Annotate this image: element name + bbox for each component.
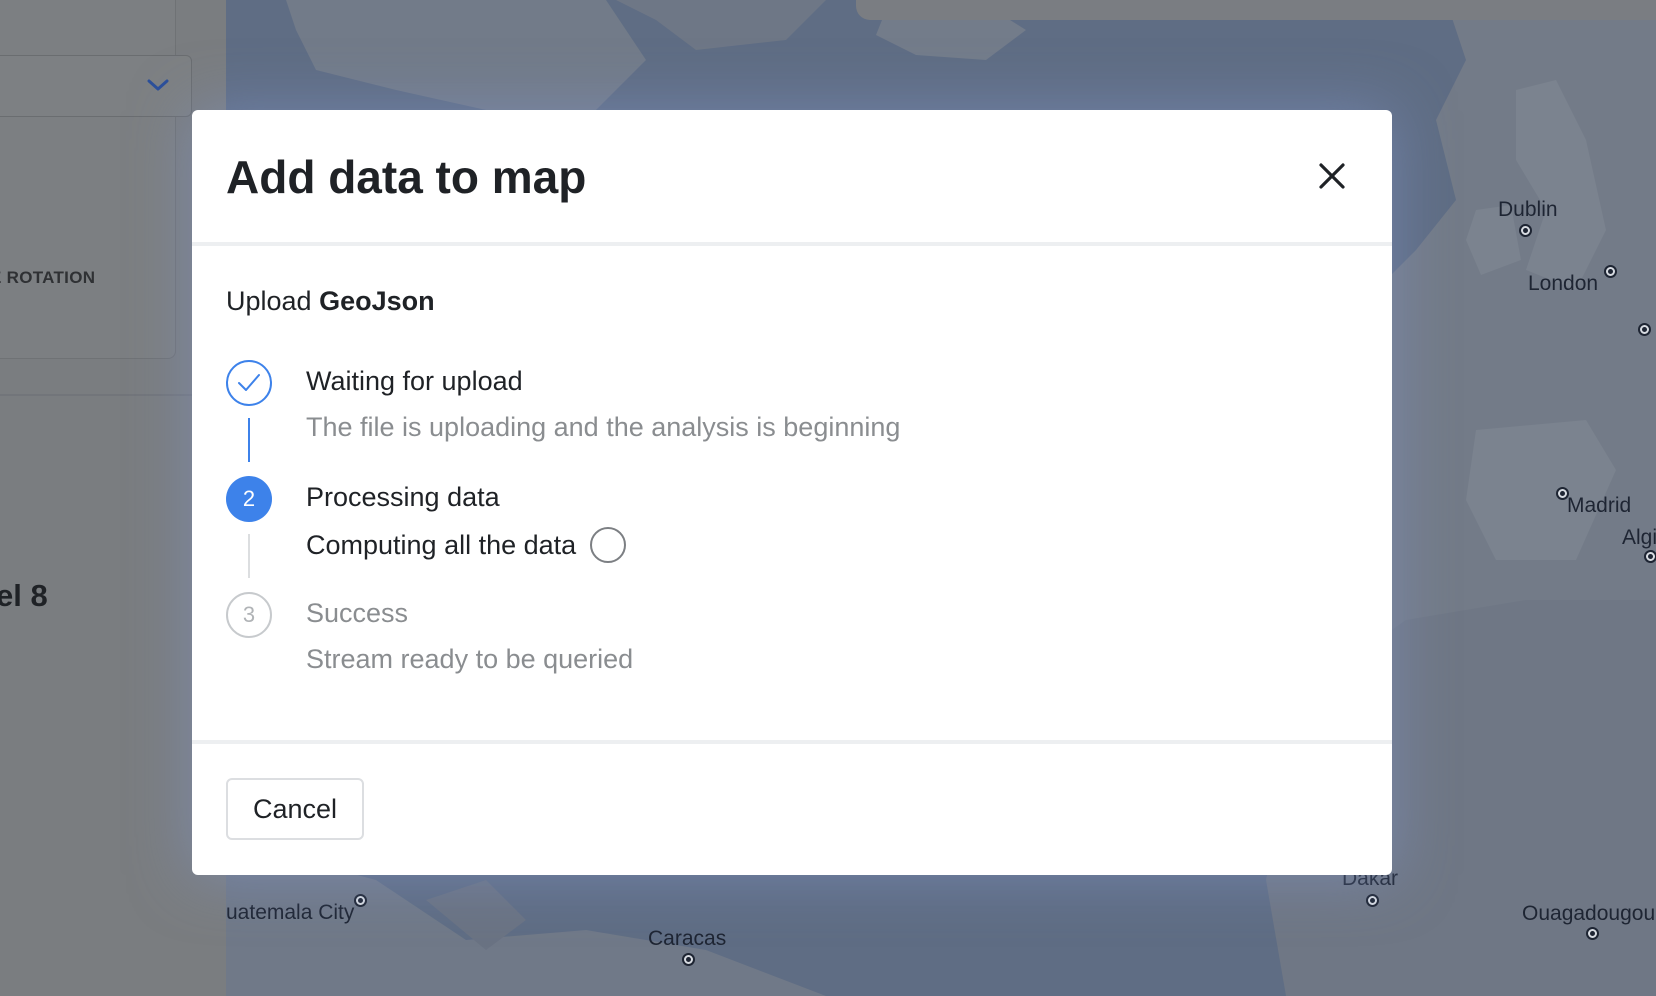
close-icon xyxy=(1319,163,1345,189)
modal-footer: Cancel xyxy=(192,744,1392,879)
step-2-description-row: Computing all the data xyxy=(306,527,627,563)
upload-type: GeoJson xyxy=(319,286,435,316)
loading-spinner-icon xyxy=(590,527,627,563)
city-label-london: London xyxy=(1528,272,1599,295)
step-3-description: Stream ready to be queried xyxy=(306,644,634,674)
sidebar-card-label: E ROTATION xyxy=(0,268,96,287)
sidebar-dropdown[interactable] xyxy=(0,55,192,117)
map-top-bar xyxy=(856,0,1656,20)
city-marker-icon xyxy=(1644,550,1656,563)
city-marker-icon xyxy=(682,953,695,966)
upload-prefix: Upload xyxy=(226,286,312,316)
step-1-check-icon xyxy=(226,360,272,406)
city-marker-icon xyxy=(354,894,367,907)
city-label-ouagadougou: Ouagadougou xyxy=(1522,902,1656,925)
city-label-guatemala: uatemala City xyxy=(226,901,355,924)
modal-header: Add data to map xyxy=(192,110,1392,246)
cancel-button[interactable]: Cancel xyxy=(226,778,364,840)
step-connector xyxy=(248,418,250,462)
city-label-madrid: Madrid xyxy=(1567,494,1632,517)
upload-label: Upload GeoJson xyxy=(226,286,435,317)
add-data-modal: Add data to map Upload GeoJson Waiting f… xyxy=(192,110,1392,875)
step-2-title: Processing data xyxy=(306,482,500,512)
sidebar-level-label: el 8 xyxy=(0,578,48,613)
step-connector xyxy=(248,534,250,578)
city-label-caracas: Caracas xyxy=(648,927,727,950)
city-label-dublin: Dublin xyxy=(1498,198,1558,221)
city-marker-icon xyxy=(1586,927,1599,940)
city-marker-icon xyxy=(1604,265,1617,278)
city-marker-icon xyxy=(1366,894,1379,907)
sidebar-card: E ROTATION xyxy=(0,0,176,359)
modal-body: Upload GeoJson Waiting for upload The fi… xyxy=(192,246,1392,744)
chevron-down-icon xyxy=(147,78,169,97)
city-marker-icon xyxy=(1638,323,1651,336)
step-3-title: Success xyxy=(306,598,409,628)
step-3-number-badge: 3 xyxy=(226,592,272,638)
city-marker-icon xyxy=(1519,224,1532,237)
step-2-number-badge: 2 xyxy=(226,476,272,522)
step-2-description: Computing all the data xyxy=(306,529,577,560)
modal-title: Add data to map xyxy=(226,151,587,203)
city-label-algiers: Algi xyxy=(1622,526,1656,549)
step-1-description: The file is uploading and the analysis i… xyxy=(306,412,901,442)
step-1-title: Waiting for upload xyxy=(306,366,523,396)
close-button[interactable] xyxy=(1312,156,1352,196)
city-marker-icon xyxy=(1556,487,1569,500)
